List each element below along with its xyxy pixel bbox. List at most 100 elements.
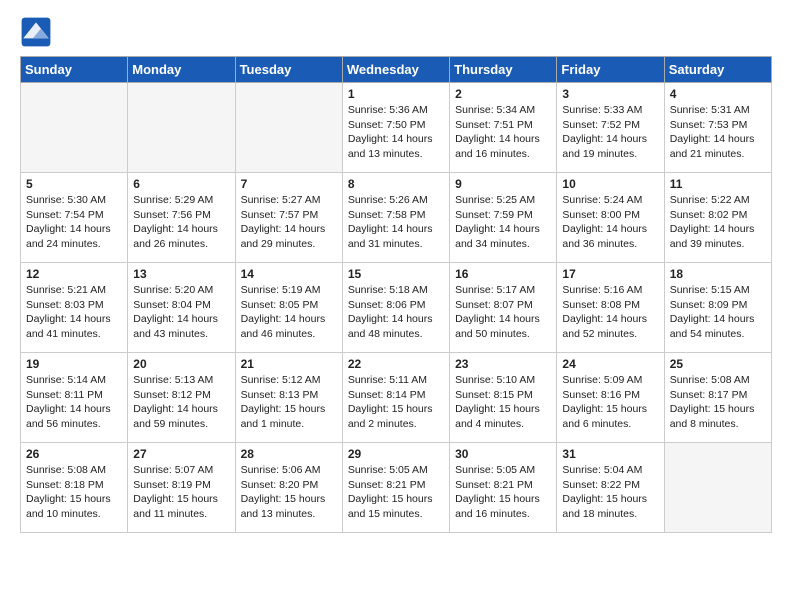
day-info: Sunrise: 5:20 AMSunset: 8:04 PMDaylight:… [133,283,229,342]
day-info: Sunrise: 5:04 AMSunset: 8:22 PMDaylight:… [562,463,658,522]
calendar-day-cell: 16Sunrise: 5:17 AMSunset: 8:07 PMDayligh… [450,263,557,353]
day-info: Sunrise: 5:06 AMSunset: 8:20 PMDaylight:… [241,463,337,522]
calendar-day-cell: 6 Sunrise: 5:29 AMSunset: 7:56 PMDaylight… [128,173,235,263]
calendar-day-cell [664,443,771,533]
calendar-week-row: 19 Sunrise: 5:14 AMSunset: 8:11 PMDayligh… [21,353,772,443]
day-number: 10 [562,177,658,191]
day-number: 23 [455,357,551,371]
calendar-day-cell: 19 Sunrise: 5:14 AMSunset: 8:11 PMDayligh… [21,353,128,443]
day-number: 4 [670,87,766,101]
day-number: 30 [455,447,551,461]
calendar-day-cell: 11 Sunrise: 5:22 AMSunset: 8:02 PMDayligh… [664,173,771,263]
day-number: 2 [455,87,551,101]
day-info: Sunrise: 5:36 AMSunset: 7:50 PMDaylight:… [348,103,444,162]
calendar-day-cell: 23 Sunrise: 5:10 AMSunset: 8:15 PMDayligh… [450,353,557,443]
calendar-day-cell: 26Sunrise: 5:08 AMSunset: 8:18 PMDayligh… [21,443,128,533]
day-info: Sunrise: 5:11 AMSunset: 8:14 PMDaylight:… [348,373,444,432]
calendar-day-cell [235,83,342,173]
day-info: Sunrise: 5:15 AMSunset: 8:09 PMDaylight:… [670,283,766,342]
calendar-day-cell: 4 Sunrise: 5:31 AMSunset: 7:53 PMDaylight… [664,83,771,173]
page-header [20,16,772,48]
day-number: 9 [455,177,551,191]
day-number: 29 [348,447,444,461]
weekday-header: Sunday [21,57,128,83]
day-number: 26 [26,447,122,461]
calendar-day-cell: 9 Sunrise: 5:25 AMSunset: 7:59 PMDaylight… [450,173,557,263]
weekday-header: Monday [128,57,235,83]
calendar-day-cell: 29 Sunrise: 5:05 AMSunset: 8:21 PMDayligh… [342,443,449,533]
day-info: Sunrise: 5:22 AMSunset: 8:02 PMDaylight:… [670,193,766,252]
day-number: 21 [241,357,337,371]
day-info: Sunrise: 5:14 AMSunset: 8:11 PMDaylight:… [26,373,122,432]
day-info: Sunrise: 5:08 AMSunset: 8:17 PMDaylight:… [670,373,766,432]
calendar-day-cell: 20Sunrise: 5:13 AMSunset: 8:12 PMDayligh… [128,353,235,443]
day-info: Sunrise: 5:24 AMSunset: 8:00 PMDaylight:… [562,193,658,252]
day-info: Sunrise: 5:05 AMSunset: 8:21 PMDaylight:… [455,463,551,522]
day-number: 12 [26,267,122,281]
day-info: Sunrise: 5:25 AMSunset: 7:59 PMDaylight:… [455,193,551,252]
day-info: Sunrise: 5:21 AMSunset: 8:03 PMDaylight:… [26,283,122,342]
calendar-day-cell: 10 Sunrise: 5:24 AMSunset: 8:00 PMDayligh… [557,173,664,263]
day-info: Sunrise: 5:19 AMSunset: 8:05 PMDaylight:… [241,283,337,342]
day-number: 11 [670,177,766,191]
calendar-day-cell: 12 Sunrise: 5:21 AMSunset: 8:03 PMDayligh… [21,263,128,353]
day-number: 16 [455,267,551,281]
calendar-day-cell: 1 Sunrise: 5:36 AMSunset: 7:50 PMDaylight… [342,83,449,173]
day-number: 8 [348,177,444,191]
calendar-week-row: 12 Sunrise: 5:21 AMSunset: 8:03 PMDayligh… [21,263,772,353]
day-info: Sunrise: 5:05 AMSunset: 8:21 PMDaylight:… [348,463,444,522]
day-number: 17 [562,267,658,281]
day-number: 6 [133,177,229,191]
day-info: Sunrise: 5:18 AMSunset: 8:06 PMDaylight:… [348,283,444,342]
logo-icon [20,16,52,48]
calendar-day-cell: 27Sunrise: 5:07 AMSunset: 8:19 PMDayligh… [128,443,235,533]
calendar-day-cell: 5 Sunrise: 5:30 AMSunset: 7:54 PMDaylight… [21,173,128,263]
calendar-day-cell: 2 Sunrise: 5:34 AMSunset: 7:51 PMDaylight… [450,83,557,173]
day-info: Sunrise: 5:09 AMSunset: 8:16 PMDaylight:… [562,373,658,432]
calendar-day-cell [21,83,128,173]
day-info: Sunrise: 5:34 AMSunset: 7:51 PMDaylight:… [455,103,551,162]
day-info: Sunrise: 5:16 AMSunset: 8:08 PMDaylight:… [562,283,658,342]
day-info: Sunrise: 5:12 AMSunset: 8:13 PMDaylight:… [241,373,337,432]
calendar-day-cell: 22 Sunrise: 5:11 AMSunset: 8:14 PMDayligh… [342,353,449,443]
day-info: Sunrise: 5:30 AMSunset: 7:54 PMDaylight:… [26,193,122,252]
calendar-table: SundayMondayTuesdayWednesdayThursdayFrid… [20,56,772,533]
calendar-header-row: SundayMondayTuesdayWednesdayThursdayFrid… [21,57,772,83]
day-number: 13 [133,267,229,281]
calendar-day-cell: 25Sunrise: 5:08 AMSunset: 8:17 PMDayligh… [664,353,771,443]
day-info: Sunrise: 5:27 AMSunset: 7:57 PMDaylight:… [241,193,337,252]
day-number: 19 [26,357,122,371]
day-number: 1 [348,87,444,101]
weekday-header: Thursday [450,57,557,83]
day-number: 3 [562,87,658,101]
day-info: Sunrise: 5:07 AMSunset: 8:19 PMDaylight:… [133,463,229,522]
day-number: 7 [241,177,337,191]
weekday-header: Tuesday [235,57,342,83]
day-info: Sunrise: 5:10 AMSunset: 8:15 PMDaylight:… [455,373,551,432]
day-info: Sunrise: 5:33 AMSunset: 7:52 PMDaylight:… [562,103,658,162]
weekday-header: Saturday [664,57,771,83]
weekday-header: Wednesday [342,57,449,83]
calendar-day-cell: 18 Sunrise: 5:15 AMSunset: 8:09 PMDayligh… [664,263,771,353]
logo [20,16,56,48]
calendar-day-cell: 3 Sunrise: 5:33 AMSunset: 7:52 PMDaylight… [557,83,664,173]
calendar-day-cell: 31 Sunrise: 5:04 AMSunset: 8:22 PMDayligh… [557,443,664,533]
day-number: 20 [133,357,229,371]
day-info: Sunrise: 5:31 AMSunset: 7:53 PMDaylight:… [670,103,766,162]
day-number: 31 [562,447,658,461]
day-info: Sunrise: 5:26 AMSunset: 7:58 PMDaylight:… [348,193,444,252]
calendar-week-row: 1 Sunrise: 5:36 AMSunset: 7:50 PMDaylight… [21,83,772,173]
calendar-day-cell: 17 Sunrise: 5:16 AMSunset: 8:08 PMDayligh… [557,263,664,353]
calendar-day-cell: 8 Sunrise: 5:26 AMSunset: 7:58 PMDaylight… [342,173,449,263]
day-number: 18 [670,267,766,281]
calendar-day-cell: 24 Sunrise: 5:09 AMSunset: 8:16 PMDayligh… [557,353,664,443]
day-number: 24 [562,357,658,371]
day-info: Sunrise: 5:29 AMSunset: 7:56 PMDaylight:… [133,193,229,252]
day-number: 22 [348,357,444,371]
calendar-day-cell: 15 Sunrise: 5:18 AMSunset: 8:06 PMDayligh… [342,263,449,353]
calendar-day-cell: 7 Sunrise: 5:27 AMSunset: 7:57 PMDaylight… [235,173,342,263]
day-number: 15 [348,267,444,281]
calendar-day-cell: 28Sunrise: 5:06 AMSunset: 8:20 PMDayligh… [235,443,342,533]
calendar-day-cell [128,83,235,173]
day-number: 5 [26,177,122,191]
